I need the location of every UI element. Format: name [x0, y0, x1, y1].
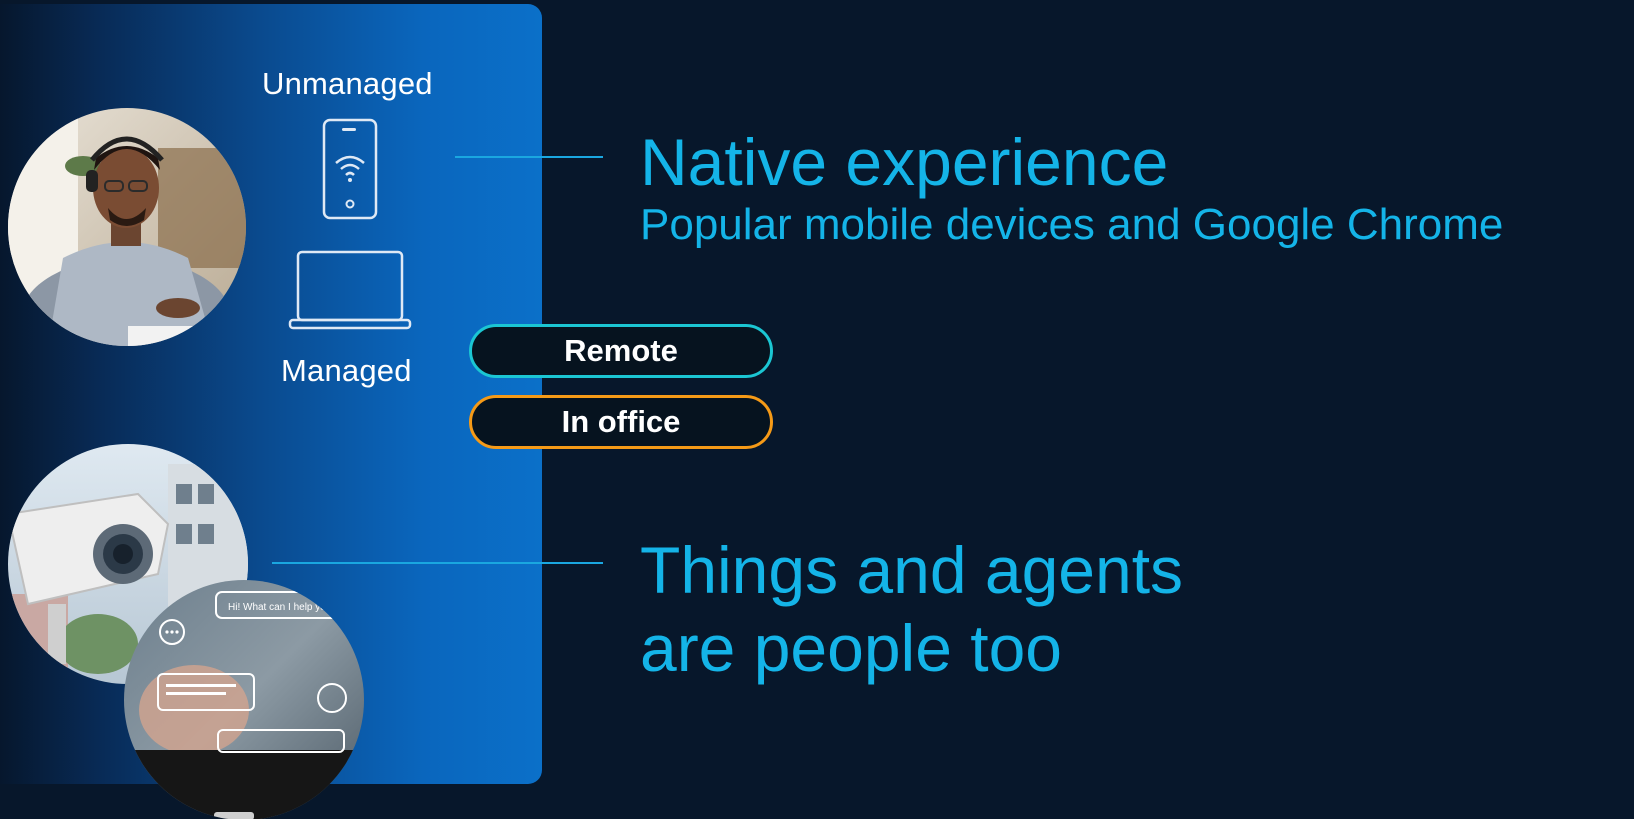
chat-agent-photo: Hi! What can I help you — [124, 580, 364, 819]
remote-pill: Remote — [469, 324, 773, 378]
unmanaged-label: Unmanaged — [262, 66, 433, 101]
laptop-icon — [288, 250, 412, 337]
native-connector-line — [455, 156, 603, 158]
chat-bubble-text: Hi! What can I help you — [228, 602, 331, 613]
slide: Hi! What can I help you Unmanaged Manage… — [0, 0, 1634, 819]
managed-label: Managed — [281, 353, 412, 388]
native-experience-subtitle: Popular mobile devices and Google Chrome — [640, 200, 1504, 249]
things-title-line-1: Things and agents — [640, 533, 1184, 607]
things-title-line-2: are people too — [640, 611, 1063, 685]
mobile-phone-wifi-icon — [322, 118, 378, 225]
things-connector-line — [272, 562, 603, 564]
person-with-headset-photo — [8, 108, 246, 346]
in-office-pill: In office — [469, 395, 773, 449]
native-experience-title: Native experience — [640, 125, 1169, 199]
